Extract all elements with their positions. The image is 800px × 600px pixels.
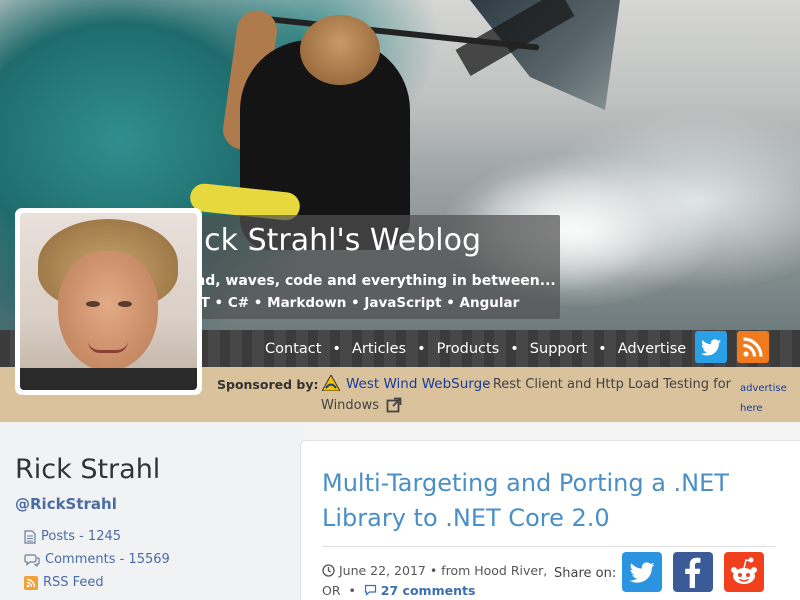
nav-item-support[interactable]: Support <box>530 341 587 357</box>
sponsor-description-cont: Windows <box>321 398 380 413</box>
site-topics: .NET • C# • Markdown • JavaScript • Angu… <box>175 295 520 311</box>
rss-feed-link[interactable]: RSS Feed <box>24 575 104 590</box>
nav-item-articles[interactable]: Articles <box>352 341 406 357</box>
author-avatar <box>15 208 202 395</box>
avatar-mouth <box>88 341 128 353</box>
site-title-box: Rick Strahl's Weblog Wind, waves, code a… <box>165 215 560 319</box>
facebook-icon <box>685 557 701 588</box>
nav-item-advertise[interactable]: Advertise <box>618 341 687 357</box>
author-name: Rick Strahl <box>15 454 161 485</box>
external-link-icon[interactable] <box>386 397 402 413</box>
comment-icon <box>364 584 376 596</box>
article-meta: June 22, 2017 • from Hood River, OR • 27… <box>322 561 552 600</box>
nav-links: Contact • Articles • Products • Support … <box>265 330 686 367</box>
twitter-icon <box>629 562 655 583</box>
share-twitter-button[interactable] <box>622 552 662 592</box>
sponsor-label: Sponsored by: <box>217 377 319 392</box>
site-tagline: Wind, waves, code and everything in betw… <box>175 273 556 289</box>
document-icon <box>24 529 36 544</box>
avatar-eye <box>118 301 132 307</box>
avatar-photo <box>20 213 197 390</box>
nav-separator: • <box>510 340 519 357</box>
rss-icon <box>24 575 38 590</box>
share-label: Share on: <box>554 566 617 581</box>
article-divider <box>322 546 776 547</box>
twitter-icon <box>700 339 721 356</box>
posts-stat[interactable]: Posts - 1245 <box>24 529 121 544</box>
share-facebook-button[interactable] <box>673 552 713 592</box>
nav-separator: • <box>417 340 426 357</box>
comments-icon <box>24 553 40 567</box>
reddit-icon <box>731 557 757 584</box>
twitter-button[interactable] <box>695 331 727 363</box>
clock-icon <box>322 564 335 577</box>
nav-item-products[interactable]: Products <box>437 341 500 357</box>
author-handle[interactable]: @RickStrahl <box>15 495 117 513</box>
nav-item-contact[interactable]: Contact <box>265 341 321 357</box>
comments-stat[interactable]: Comments - 15569 <box>24 552 170 567</box>
rss-icon <box>743 337 763 357</box>
nav-separator: • <box>598 340 607 357</box>
rss-feed-label: RSS Feed <box>43 575 104 590</box>
avatar-shirt <box>20 368 197 390</box>
advertise-here-link[interactable]: advertise here <box>740 379 790 419</box>
article-title[interactable]: Multi-Targeting and Porting a .NET Libra… <box>322 466 752 536</box>
meta-separator: • <box>348 583 356 598</box>
comments-stat-label: Comments - 15569 <box>45 552 170 567</box>
posts-stat-label: Posts - 1245 <box>41 529 122 544</box>
article-comments-link[interactable]: 27 comments <box>381 583 476 598</box>
avatar-eye <box>86 301 100 307</box>
article-date: June 22, 2017 <box>338 563 426 578</box>
avatar-face <box>58 251 158 371</box>
sponsor-link[interactable]: West Wind WebSurge <box>346 376 490 392</box>
nav-separator: • <box>332 340 341 357</box>
hero-rider-head <box>300 15 380 85</box>
site-title[interactable]: Rick Strahl's Weblog <box>175 223 481 258</box>
article-card: Multi-Targeting and Porting a .NET Libra… <box>300 440 800 600</box>
rss-button[interactable] <box>737 331 769 363</box>
sponsor-description: - Rest Client and Http Load Testing for <box>484 377 732 392</box>
sidebar: Rick Strahl @RickStrahl Posts - 1245 Com… <box>0 422 300 600</box>
websurge-logo-icon <box>322 375 340 391</box>
share-reddit-button[interactable] <box>724 552 764 592</box>
